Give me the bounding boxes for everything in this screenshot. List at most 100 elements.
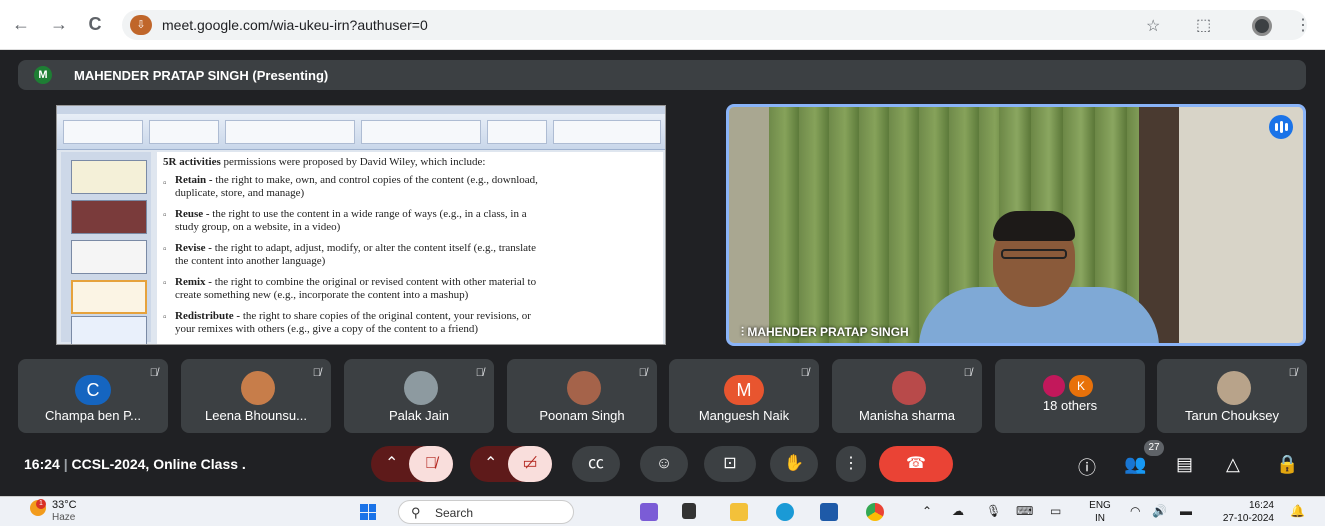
- windows-start-icon[interactable]: [360, 504, 376, 520]
- slide-content: 5R activities permissions were proposed …: [157, 152, 663, 344]
- temperature[interactable]: 33°C: [52, 499, 77, 511]
- slide-line: study group, on a website, in a video): [175, 221, 341, 233]
- participant-photo: [892, 371, 926, 405]
- meet-stage: M MAHENDER PRATAP SINGH (Presenting) 5R …: [0, 50, 1325, 496]
- more-options-button[interactable]: ⋮: [836, 446, 866, 482]
- slide-line: create something new (e.g., incorporate …: [175, 289, 469, 301]
- participant-avatar: C: [75, 375, 111, 405]
- store-icon[interactable]: [820, 503, 838, 521]
- participant-photo: [1217, 371, 1251, 405]
- slide-line: Revise - the right to adapt, adjust, mod…: [175, 242, 536, 254]
- url-text[interactable]: meet.google.com/wia-ukeu-irn?authuser=0: [162, 17, 428, 33]
- participant-name: Palak Jain: [389, 408, 449, 423]
- participant-tile[interactable]: 🎙̸ Palak Jain: [344, 359, 494, 433]
- keyboard-icon[interactable]: ⌨: [1016, 504, 1033, 518]
- emoji-reaction-button[interactable]: ☺: [640, 446, 688, 482]
- camera-off-button[interactable]: ▭̸: [508, 446, 552, 482]
- windows-taskbar: 1 33°C Haze ⚲ Search ⌃ ☁ 🎙 ⌨ ▭ ENG IN ◠ …: [0, 496, 1325, 526]
- presenter-banner: M MAHENDER PRATAP SINGH (Presenting): [18, 60, 1306, 90]
- wifi-icon[interactable]: ◠: [1130, 504, 1140, 518]
- reload-icon[interactable]: C: [84, 14, 106, 35]
- mic-off-icon: 🎙̸: [1288, 367, 1297, 379]
- captions-button[interactable]: ㏄: [572, 446, 620, 482]
- participant-photo: [1043, 375, 1065, 397]
- notification-bell-icon[interactable]: 🔔: [1290, 504, 1305, 518]
- participant-name: Leena Bhounsu...: [205, 408, 307, 423]
- weather-badge: 1: [36, 499, 46, 509]
- tray-app-icon[interactable]: ☁: [952, 504, 964, 518]
- participant-tile[interactable]: 🎙̸ C Champa ben P...: [18, 359, 168, 433]
- extensions-icon[interactable]: ⬚: [1196, 15, 1211, 35]
- participant-tile[interactable]: 🎙̸ Leena Bhounsu...: [181, 359, 331, 433]
- participant-name: Champa ben P...: [45, 408, 141, 423]
- back-icon[interactable]: ←: [10, 14, 32, 35]
- show-hidden-icons-icon[interactable]: ⌃: [922, 504, 932, 518]
- participant-photo: [567, 371, 601, 405]
- search-label: Search: [435, 506, 474, 520]
- ppt-ribbon: [57, 114, 665, 150]
- taskbar-search[interactable]: ⚲ Search: [398, 500, 574, 524]
- profile-avatar[interactable]: [1252, 16, 1272, 36]
- activities-icon[interactable]: △: [1226, 454, 1240, 475]
- file-explorer-icon[interactable]: [730, 503, 748, 521]
- participant-photo: [404, 371, 438, 405]
- ppt-title-bar: [57, 106, 665, 114]
- site-info-icon[interactable]: ⇩: [130, 15, 152, 35]
- others-count: 18 others: [1042, 398, 1098, 413]
- mic-controls: ⌃ 🎙̸: [371, 446, 453, 482]
- volume-icon[interactable]: 🔊: [1152, 504, 1167, 518]
- mic-off-icon: 🎙̸: [800, 367, 809, 379]
- presenter-avatar: M: [34, 66, 52, 84]
- task-view-icon[interactable]: [682, 503, 696, 519]
- participant-tile[interactable]: 🎙̸ Manisha sharma: [832, 359, 982, 433]
- participant-tile[interactable]: 🎙̸ Tarun Chouksey: [1157, 359, 1307, 433]
- language-indicator[interactable]: ENG IN: [1088, 499, 1112, 525]
- glasses: [1001, 249, 1067, 259]
- raise-hand-button[interactable]: ✋: [770, 446, 818, 482]
- mic-options-chevron-icon[interactable]: ⌃: [385, 446, 398, 482]
- mic-off-icon: 🎙̸: [963, 367, 972, 379]
- address-bar[interactable]: ⇩ meet.google.com/wia-ukeu-irn?authuser=…: [122, 10, 1307, 40]
- forward-icon[interactable]: →: [48, 14, 70, 35]
- speaking-indicator-icon: [1269, 115, 1293, 139]
- leave-call-button[interactable]: ☎: [879, 446, 953, 482]
- host-controls-icon[interactable]: 🔒: [1276, 454, 1298, 475]
- chat-icon[interactable]: ▤: [1176, 454, 1193, 475]
- participant-tile[interactable]: 🎙̸ Poonam Singh: [507, 359, 657, 433]
- people-icon[interactable]: 👥: [1124, 454, 1146, 475]
- slide-line: duplicate, store, and manage): [175, 187, 305, 199]
- browser-toolbar: ← → C ⇩ meet.google.com/wia-ukeu-irn?aut…: [0, 0, 1325, 50]
- presenter-label: MAHENDER PRATAP SINGH (Presenting): [74, 68, 329, 83]
- present-screen-button[interactable]: ⊡: [704, 446, 756, 482]
- slide-line: Remix - the right to combine the origina…: [175, 276, 537, 288]
- mic-off-button[interactable]: 🎙̸: [409, 446, 453, 482]
- presenter-camera-tile[interactable]: ⫶ MAHENDER PRATAP SINGH: [726, 104, 1306, 346]
- camera-name-label: ⫶ MAHENDER PRATAP SINGH: [741, 325, 909, 339]
- meeting-details-icon[interactable]: ⓘ: [1078, 454, 1096, 480]
- edge-icon[interactable]: [776, 503, 794, 521]
- bookmark-star-icon[interactable]: ☆: [1146, 16, 1160, 36]
- participant-name: Tarun Chouksey: [1185, 408, 1279, 423]
- display-icon[interactable]: ▭: [1050, 504, 1061, 518]
- slide-line: Redistribute - the right to share copies…: [175, 310, 531, 322]
- microphone-icon[interactable]: 🎙: [986, 504, 1001, 518]
- participant-name: Poonam Singh: [539, 408, 625, 423]
- copilot-icon[interactable]: [640, 503, 658, 521]
- participant-photo: [241, 371, 275, 405]
- chrome-icon[interactable]: [866, 503, 884, 521]
- slide-line: the content into another language): [175, 255, 326, 267]
- taskbar-clock[interactable]: 16:24 27-10-2024: [1218, 499, 1274, 525]
- battery-icon[interactable]: ▬: [1180, 504, 1192, 518]
- mic-off-icon: 🎙̸: [475, 367, 484, 379]
- participant-name: Manisha sharma: [858, 408, 956, 423]
- browser-menu-icon[interactable]: ⋮: [1295, 15, 1311, 35]
- camera-controls: ⌃ ▭̸: [470, 446, 552, 482]
- participant-tile[interactable]: 🎙̸ M Manguesh Naik: [669, 359, 819, 433]
- shared-screen: 5R activities permissions were proposed …: [56, 105, 666, 345]
- participant-avatar: M: [724, 375, 764, 405]
- camera-options-chevron-icon[interactable]: ⌃: [484, 446, 497, 482]
- mic-off-icon: 🎙̸: [312, 367, 321, 379]
- slide-line: 5R activities permissions were proposed …: [163, 156, 486, 168]
- others-tile[interactable]: K 18 others: [995, 359, 1145, 433]
- slide-thumbnails: [61, 152, 151, 344]
